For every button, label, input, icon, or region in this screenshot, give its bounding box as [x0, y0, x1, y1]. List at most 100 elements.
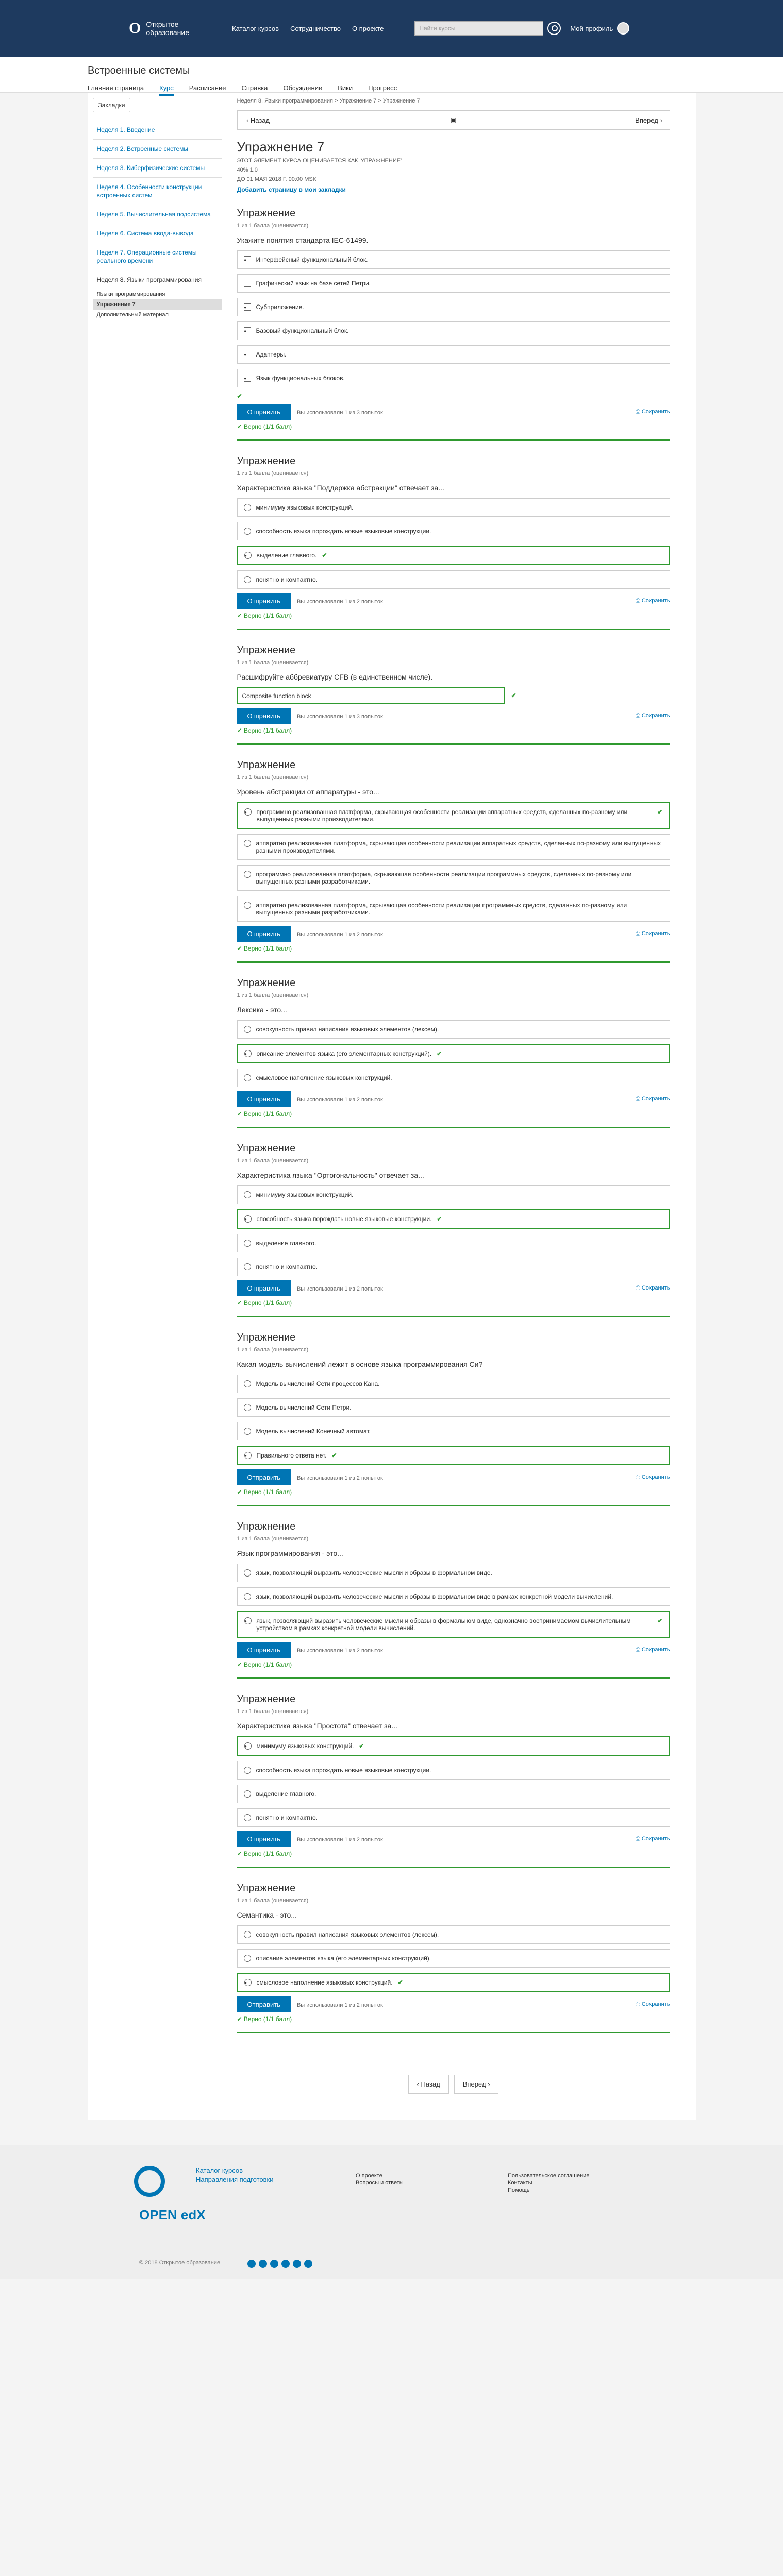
sidebar-subitem-exercise7[interactable]: Упражнение 7 — [92, 299, 222, 310]
submit-button[interactable]: Отправить — [237, 1091, 291, 1107]
radio-button[interactable] — [243, 1790, 251, 1798]
radio-button[interactable]: • — [244, 1979, 252, 1987]
answer-choice[interactable]: • программно реализованная платформа, скр… — [237, 802, 670, 829]
radio-button[interactable] — [243, 902, 251, 909]
save-button[interactable]: ⎙ Сохранить — [636, 1474, 670, 1481]
tab-help[interactable]: Справка — [241, 84, 268, 96]
submit-button[interactable]: Отправить — [237, 1642, 291, 1658]
radio-button[interactable] — [243, 504, 251, 511]
answer-choice[interactable]: минимуму языковых конструкций. — [237, 498, 670, 517]
answer-choice[interactable]: • Субприложение. — [237, 298, 670, 316]
social-icon[interactable] — [259, 2260, 267, 2268]
submit-button[interactable]: Отправить — [237, 1280, 291, 1296]
add-bookmark-link[interactable]: Добавить страницу в мои закладки — [237, 186, 670, 193]
answer-choice[interactable]: понятно и компактно. — [237, 570, 670, 589]
sidebar-item-week1[interactable]: Неделя 1. Введение — [92, 121, 222, 140]
answer-choice[interactable]: Модель вычислений Конечный автомат. — [237, 1422, 670, 1440]
checkbox[interactable]: • — [243, 327, 251, 335]
answer-choice[interactable]: аппаратно реализованная платформа, скрыв… — [237, 896, 670, 922]
answer-choice[interactable]: понятно и компактно. — [237, 1808, 670, 1827]
radio-button[interactable] — [243, 1240, 251, 1247]
answer-choice[interactable]: • язык, позволяющий выразить человеческие… — [237, 1611, 670, 1638]
answer-choice[interactable]: Модель вычислений Сети Петри. — [237, 1398, 670, 1417]
answer-choice[interactable]: • минимуму языковых конструкций. ✔ — [237, 1736, 670, 1756]
tab-discussion[interactable]: Обсуждение — [283, 84, 322, 96]
save-button[interactable]: ⎙ Сохранить — [636, 713, 670, 719]
save-button[interactable]: ⎙ Сохранить — [636, 930, 670, 937]
social-icon[interactable] — [247, 2260, 256, 2268]
answer-choice[interactable]: способность языка порождать новые языков… — [237, 522, 670, 540]
social-icon[interactable] — [270, 2260, 278, 2268]
answer-choice[interactable]: язык, позволяющий выразить человеческие … — [237, 1587, 670, 1606]
breadcrumb[interactable]: Неделя 8. Языки программирования > Упраж… — [237, 98, 670, 104]
radio-button[interactable] — [243, 1931, 251, 1938]
answer-choice[interactable]: • способность языка порождать новые языко… — [237, 1209, 670, 1229]
sidebar-item-week6[interactable]: Неделя 6. Система ввода-вывода — [92, 224, 222, 243]
checkbox[interactable]: • — [243, 375, 251, 382]
footer-link-directions[interactable]: Направления подготовки — [196, 2175, 274, 2184]
answer-choice[interactable]: • Адаптеры. — [237, 345, 670, 364]
checkbox[interactable]: • — [243, 303, 251, 311]
answer-choice[interactable]: совокупность правил написания языковых э… — [237, 1925, 670, 1944]
answer-choice[interactable]: Графический язык на базе сетей Петри. — [237, 274, 670, 293]
site-logo[interactable]: O Открытое образование — [129, 20, 206, 37]
save-button[interactable]: ⎙ Сохранить — [636, 1647, 670, 1653]
sidebar-item-week3[interactable]: Неделя 3. Киберфизические системы — [92, 159, 222, 178]
footer-link-contacts[interactable]: Контакты — [508, 2179, 589, 2187]
radio-button[interactable] — [243, 1263, 251, 1270]
next-button[interactable]: Вперед › — [628, 116, 670, 124]
radio-button[interactable] — [243, 1074, 251, 1081]
profile-menu[interactable]: Мой профиль — [570, 22, 630, 35]
footer-link-catalog[interactable]: Каталог курсов — [196, 2166, 274, 2175]
radio-button[interactable] — [243, 1814, 251, 1821]
social-icon[interactable] — [281, 2260, 290, 2268]
radio-button[interactable]: • — [244, 552, 252, 560]
checkbox[interactable]: • — [243, 351, 251, 359]
social-icon[interactable] — [304, 2260, 312, 2268]
bottom-next-button[interactable]: Вперед › — [454, 2075, 499, 2094]
answer-choice[interactable]: • выделение главного. ✔ — [237, 546, 670, 565]
answer-choice[interactable]: способность языка порождать новые языков… — [237, 1761, 670, 1780]
save-button[interactable]: ⎙ Сохранить — [636, 2001, 670, 2008]
submit-button[interactable]: Отправить — [237, 404, 291, 420]
radio-button[interactable]: • — [244, 1742, 252, 1750]
tab-course[interactable]: Курс — [159, 84, 174, 96]
sidebar-item-week2[interactable]: Неделя 2. Встроенные системы — [92, 140, 222, 159]
submit-button[interactable]: Отправить — [237, 1469, 291, 1485]
radio-button[interactable]: • — [244, 1452, 252, 1460]
sidebar-item-week4[interactable]: Неделя 4. Особенности конструкции встрое… — [92, 178, 222, 205]
tab-schedule[interactable]: Расписание — [189, 84, 226, 96]
answer-choice[interactable]: язык, позволяющий выразить человеческие … — [237, 1564, 670, 1582]
sidebar-subitem-languages[interactable]: Языки программирования — [93, 289, 222, 299]
answer-choice[interactable]: смысловое наполнение языковых конструкци… — [237, 1069, 670, 1087]
submit-button[interactable]: Отправить — [237, 1831, 291, 1847]
nav-partnership[interactable]: Сотрудничество — [290, 25, 341, 32]
tab-home[interactable]: Главная страница — [88, 84, 144, 96]
sidebar-item-week7[interactable]: Неделя 7. Операционные системы реального… — [92, 243, 222, 270]
sidebar-subitem-extra[interactable]: Дополнительный материал — [93, 310, 222, 320]
answer-choice[interactable]: минимуму языковых конструкций. — [237, 1185, 670, 1204]
radio-button[interactable] — [243, 1191, 251, 1198]
save-button[interactable]: ⎙ Сохранить — [636, 409, 670, 415]
submit-button[interactable]: Отправить — [237, 593, 291, 609]
save-button[interactable]: ⎙ Сохранить — [636, 1096, 670, 1103]
answer-choice[interactable]: • смысловое наполнение языковых конструкц… — [237, 1973, 670, 1992]
radio-button[interactable] — [243, 528, 251, 535]
checkbox[interactable] — [243, 280, 251, 287]
answer-choice[interactable]: совокупность правил написания языковых э… — [237, 1020, 670, 1039]
bookmarks-button[interactable]: Закладки — [92, 98, 131, 112]
radio-button[interactable]: • — [244, 1050, 252, 1058]
checkbox[interactable]: • — [243, 256, 251, 264]
radio-button[interactable] — [243, 1428, 251, 1435]
sidebar-item-week8[interactable]: Неделя 8. Языки программирования — [93, 270, 222, 289]
submit-button[interactable]: Отправить — [237, 926, 291, 942]
answer-choice[interactable]: Модель вычислений Сети процессов Кана. — [237, 1375, 670, 1393]
radio-button[interactable] — [243, 1569, 251, 1577]
radio-button[interactable] — [243, 871, 251, 878]
radio-button[interactable] — [243, 1404, 251, 1411]
answer-choice[interactable]: • Интерфейсный функциональный блок. — [237, 250, 670, 269]
footer-link-faq[interactable]: Вопросы и ответы — [356, 2179, 404, 2187]
sidebar-item-week5[interactable]: Неделя 5. Вычислительная подсистема — [92, 205, 222, 224]
radio-button[interactable] — [243, 1026, 251, 1033]
answer-choice[interactable]: выделение главного. — [237, 1234, 670, 1252]
